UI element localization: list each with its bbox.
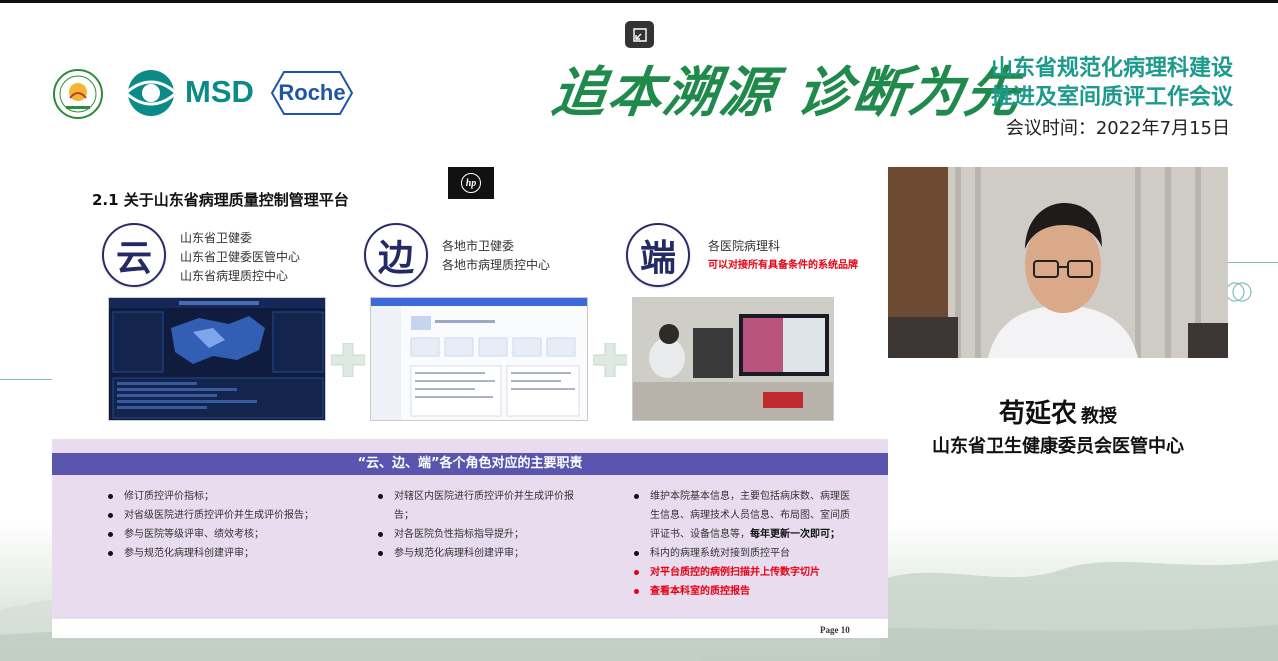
conference-title-line1: 山东省规范化病理科建设 <box>990 56 1233 81</box>
msd-logo <box>126 70 176 116</box>
role-end-note: 可以对接所有具备条件的系统品牌 <box>708 260 858 271</box>
role-cloud-lines: 山东省卫健委 山东省卫健委医管中心 山东省病理质控中心 <box>180 229 300 286</box>
slide-title: 2.1 关于山东省病理质量控制管理平台 <box>92 191 349 209</box>
list-item: 参与规范化病理科创建评审； <box>104 544 364 563</box>
exit-fullscreen-button[interactable] <box>625 21 654 48</box>
decorative-line <box>0 379 52 380</box>
page-number: Page 10 <box>820 625 850 635</box>
role-end-lines: 各医院病理科 可以对接所有具备条件的系统品牌 <box>708 237 858 275</box>
duties-end-list: 维护本院基本信息，主要包括病床数、病理医生信息、病理技术人员信息、布局图、室间质… <box>630 487 850 601</box>
conference-title-line2: 推进及室间质评工作会议 <box>990 85 1233 110</box>
list-item: 修订质控评价指标； <box>104 487 364 506</box>
role-edge-badge: 边 <box>364 223 428 287</box>
association-logo <box>53 69 103 119</box>
speaker-name-text: 苟延农 <box>998 399 1077 429</box>
conference-date: 会议时间：2022年7月15日 <box>1005 118 1230 139</box>
presentation-slide: 2.1 关于山东省病理质量控制管理平台 hp 云 山东省卫健委 山东省卫健委医管… <box>52 167 888 638</box>
list-item: 对各医院负性指标指导提升； <box>374 525 586 544</box>
msd-logo-text: MSD <box>185 74 254 109</box>
role-cloud-badge: 云 <box>102 223 166 287</box>
duties-header: “云、边、端”各个角色对应的主要职责 <box>52 453 888 475</box>
list-item: 参与医院等级评审、绩效考核； <box>104 525 364 544</box>
cloud-dashboard-screenshot <box>108 297 326 421</box>
duties-cloud-list: 修订质控评价指标； 对省级医院进行质控评价并生成评价报告； 参与医院等级评审、绩… <box>104 487 364 563</box>
role-edge-line: 各地市卫健委 <box>442 239 515 253</box>
duties-edge-list: 对辖区内医院进行质控评价并生成评价报告； 对各医院负性指标指导提升； 参与规范化… <box>374 487 586 563</box>
roche-logo-text: Roche <box>278 80 346 105</box>
exit-fullscreen-icon <box>632 27 647 42</box>
role-cloud-line: 山东省卫健委 <box>180 231 253 245</box>
role-end-line: 各医院病理科 <box>708 239 781 253</box>
list-item-emphasis: 每年更新一次即可； <box>750 529 840 540</box>
list-item-highlight: 对平台质控的病例扫描并上传数字切片 <box>630 563 850 582</box>
list-item: 对辖区内医院进行质控评价并生成评价报告； <box>374 487 586 525</box>
list-item: 参与规范化病理科创建评审； <box>374 544 586 563</box>
list-item: 科内的病理系统对接到质控平台 <box>630 544 850 563</box>
role-edge-line: 各地市病理质控中心 <box>442 258 551 272</box>
hp-logo-text: hp <box>461 173 481 193</box>
list-item: 维护本院基本信息，主要包括病床数、病理医生信息、病理技术人员信息、布局图、室间质… <box>630 487 850 544</box>
hospital-lab-photo <box>632 297 834 421</box>
role-cloud-line: 山东省病理质控中心 <box>180 269 289 283</box>
list-item-highlight: 查看本科室的质控报告 <box>630 582 850 601</box>
speaker-organization: 山东省卫生健康委员会医管中心 <box>932 436 1184 457</box>
conference-title: 山东省规范化病理科建设 推进及室间质评工作会议 <box>963 54 1233 112</box>
speaker-title: 教授 <box>1081 406 1117 427</box>
list-item: 对省级医院进行质控评价并生成评价报告； <box>104 506 364 525</box>
role-end-badge: 端 <box>626 223 690 287</box>
speaker-video <box>888 167 1228 358</box>
plus-icon <box>593 343 627 377</box>
edge-platform-screenshot <box>370 297 588 421</box>
decorative-rings <box>1225 282 1252 302</box>
plus-icon <box>331 343 365 377</box>
role-cloud-line: 山东省卫健委医管中心 <box>180 250 301 264</box>
window-top-bar <box>0 0 1278 3</box>
decorative-line <box>1228 262 1278 263</box>
speaker-name: 苟延农 教授 <box>888 393 1228 430</box>
hp-logo: hp <box>448 167 494 199</box>
roche-logo: Roche <box>270 70 354 116</box>
role-edge-lines: 各地市卫健委 各地市病理质控中心 <box>442 237 550 275</box>
